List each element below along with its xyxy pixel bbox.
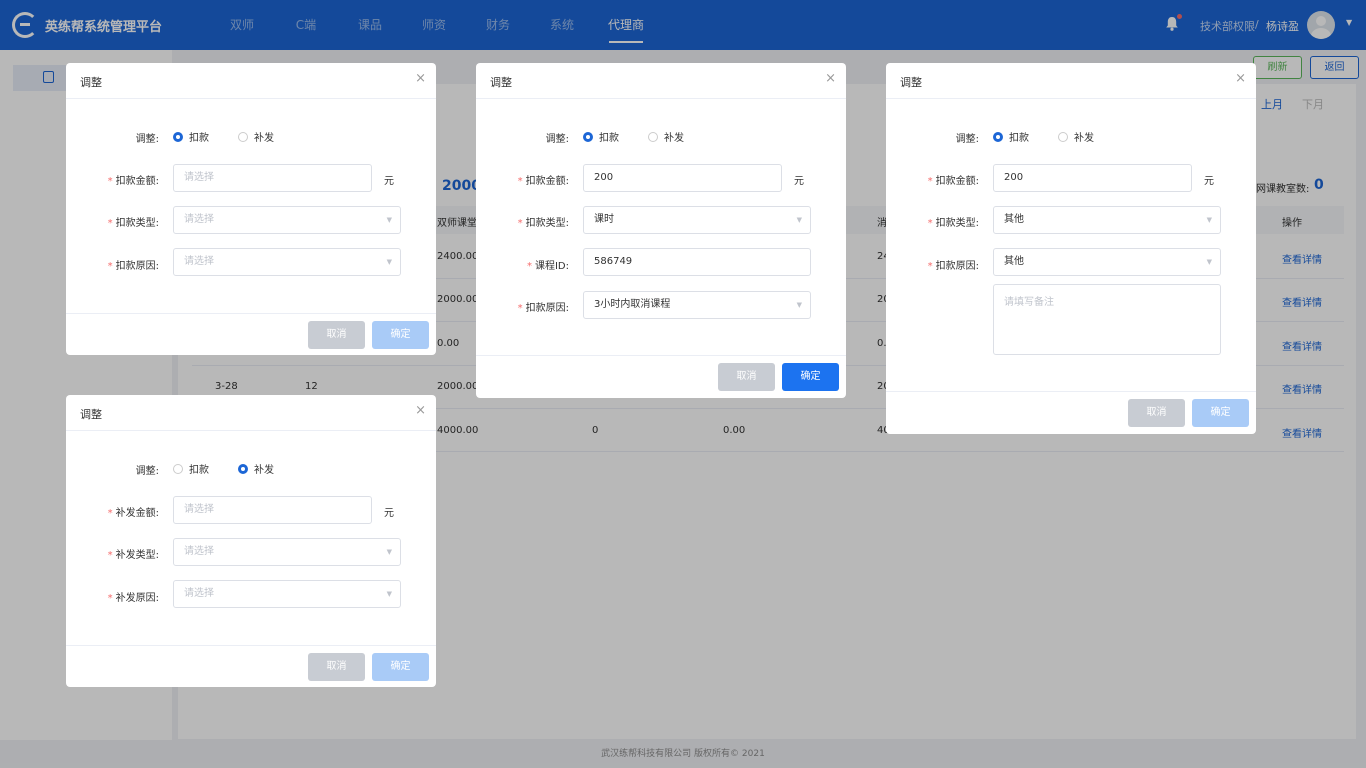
chevron-down-icon: ▼	[796, 301, 802, 309]
type-label: * 扣款类型:	[107, 218, 159, 229]
reason-select[interactable]: 其他 ▼	[993, 248, 1221, 276]
adjust-label: 调整:	[545, 134, 569, 145]
radio-dot-icon	[648, 131, 658, 142]
reason-label: * 扣款原因:	[517, 303, 569, 314]
radio-reissue-label: 补发	[254, 465, 274, 476]
close-icon[interactable]: ×	[825, 72, 836, 86]
radio-dot-icon	[583, 131, 593, 142]
radio-reissue[interactable]: 补发	[1058, 129, 1094, 144]
reason-label: * 扣款原因:	[107, 261, 159, 272]
reason-label: * 补发原因:	[107, 593, 159, 604]
radio-reissue[interactable]: 补发	[648, 129, 684, 144]
radio-deduct-label: 扣款	[1009, 133, 1029, 144]
remark-textarea[interactable]: 请填写备注	[993, 284, 1221, 355]
dialog-header: 调整 ×	[886, 63, 1256, 99]
dialog-header: 调整 ×	[66, 63, 436, 99]
radio-deduct[interactable]: 扣款	[173, 461, 209, 476]
amount-label: * 扣款金额:	[107, 176, 159, 187]
unit-label: 元	[384, 176, 394, 187]
reason-select[interactable]: 请选择 ▼	[173, 580, 401, 608]
reason-select[interactable]: 3小时内取消课程 ▼	[583, 291, 811, 319]
cancel-button[interactable]: 取消	[308, 653, 365, 681]
chevron-down-icon: ▼	[1206, 258, 1212, 266]
adjust-dialog-deduct-empty: 调整 × 调整: 扣款 补发 * 扣款金额: 请选择 元 * 扣款类型: 请选择 ▼ …	[66, 63, 436, 355]
dialog-title: 调整	[900, 76, 922, 89]
amount-input[interactable]: 200	[583, 164, 782, 192]
radio-dot-icon	[173, 131, 183, 142]
radio-dot-icon	[238, 463, 248, 474]
confirm-button[interactable]: 确定	[1192, 399, 1249, 427]
chevron-down-icon: ▼	[386, 216, 392, 224]
reason-select[interactable]: 请选择 ▼	[173, 248, 401, 276]
radio-reissue-label: 补发	[254, 133, 274, 144]
radio-deduct[interactable]: 扣款	[993, 129, 1029, 144]
radio-deduct[interactable]: 扣款	[173, 129, 209, 144]
dialog-footer: 取消 确定	[66, 645, 436, 687]
adjust-dialog-reissue-empty: 调整 × 调整: 扣款 补发 * 补发金额: 请选择 元 * 补发类型: 请选择 ▼ …	[66, 395, 436, 687]
footer: 武汉练帮科技有限公司 版权所有© 2021	[601, 749, 765, 759]
type-select[interactable]: 课时 ▼	[583, 206, 811, 234]
adjust-dialog-deduct-other: 调整 × 调整: 扣款 补发 * 扣款金额: 200 元 * 扣款类型: 其他 ▼ *…	[886, 63, 1256, 434]
type-select[interactable]: 请选择 ▼	[173, 538, 401, 566]
close-icon[interactable]: ×	[1235, 72, 1246, 86]
chevron-down-icon: ▼	[1206, 216, 1212, 224]
chevron-down-icon: ▼	[386, 590, 392, 598]
radio-dot-icon	[173, 463, 183, 474]
type-label: * 补发类型:	[107, 550, 159, 561]
amount-input[interactable]: 请选择	[173, 164, 372, 192]
radio-dot-icon	[993, 131, 1003, 142]
amount-label: * 扣款金额:	[927, 176, 979, 187]
course-id-label: * 课程ID:	[526, 261, 569, 272]
radio-dot-icon	[1058, 131, 1068, 142]
confirm-button[interactable]: 确定	[372, 653, 429, 681]
adjust-dialog-deduct-course: 调整 × 调整: 扣款 补发 * 扣款金额: 200 元 * 扣款类型: 课时 ▼ *…	[476, 63, 846, 398]
dialog-footer: 取消 确定	[476, 355, 846, 398]
close-icon[interactable]: ×	[415, 404, 426, 418]
radio-deduct[interactable]: 扣款	[583, 129, 619, 144]
type-label: * 扣款类型:	[517, 218, 569, 229]
radio-dot-icon	[238, 131, 248, 142]
dialog-title: 调整	[80, 408, 102, 421]
unit-label: 元	[384, 508, 394, 519]
close-icon[interactable]: ×	[415, 72, 426, 86]
unit-label: 元	[794, 176, 804, 187]
radio-reissue[interactable]: 补发	[238, 129, 274, 144]
confirm-button[interactable]: 确定	[372, 321, 429, 349]
amount-label: * 扣款金额:	[517, 176, 569, 187]
radio-reissue-label: 补发	[664, 133, 684, 144]
amount-input[interactable]: 请选择	[173, 496, 372, 524]
radio-reissue-label: 补发	[1074, 133, 1094, 144]
radio-deduct-label: 扣款	[189, 465, 209, 476]
cancel-button[interactable]: 取消	[1128, 399, 1185, 427]
cancel-button[interactable]: 取消	[718, 363, 775, 391]
dialog-footer: 取消 确定	[66, 313, 436, 355]
dialog-header: 调整 ×	[476, 63, 846, 99]
radio-deduct-label: 扣款	[189, 133, 209, 144]
type-label: * 扣款类型:	[927, 218, 979, 229]
dialog-footer: 取消 确定	[886, 391, 1256, 434]
dialog-title: 调整	[490, 76, 512, 89]
reason-label: * 扣款原因:	[927, 261, 979, 272]
type-select[interactable]: 其他 ▼	[993, 206, 1221, 234]
radio-reissue[interactable]: 补发	[238, 461, 274, 476]
amount-label: * 补发金额:	[107, 508, 159, 519]
course-id-input[interactable]: 586749	[583, 248, 811, 276]
dialog-header: 调整 ×	[66, 395, 436, 431]
type-select[interactable]: 请选择 ▼	[173, 206, 401, 234]
adjust-label: 调整:	[955, 134, 979, 145]
chevron-down-icon: ▼	[386, 548, 392, 556]
adjust-label: 调整:	[135, 466, 159, 477]
confirm-button[interactable]: 确定	[782, 363, 839, 391]
chevron-down-icon: ▼	[796, 216, 802, 224]
adjust-label: 调整:	[135, 134, 159, 145]
unit-label: 元	[1204, 176, 1214, 187]
cancel-button[interactable]: 取消	[308, 321, 365, 349]
chevron-down-icon: ▼	[386, 258, 392, 266]
amount-input[interactable]: 200	[993, 164, 1192, 192]
dialog-title: 调整	[80, 76, 102, 89]
radio-deduct-label: 扣款	[599, 133, 619, 144]
